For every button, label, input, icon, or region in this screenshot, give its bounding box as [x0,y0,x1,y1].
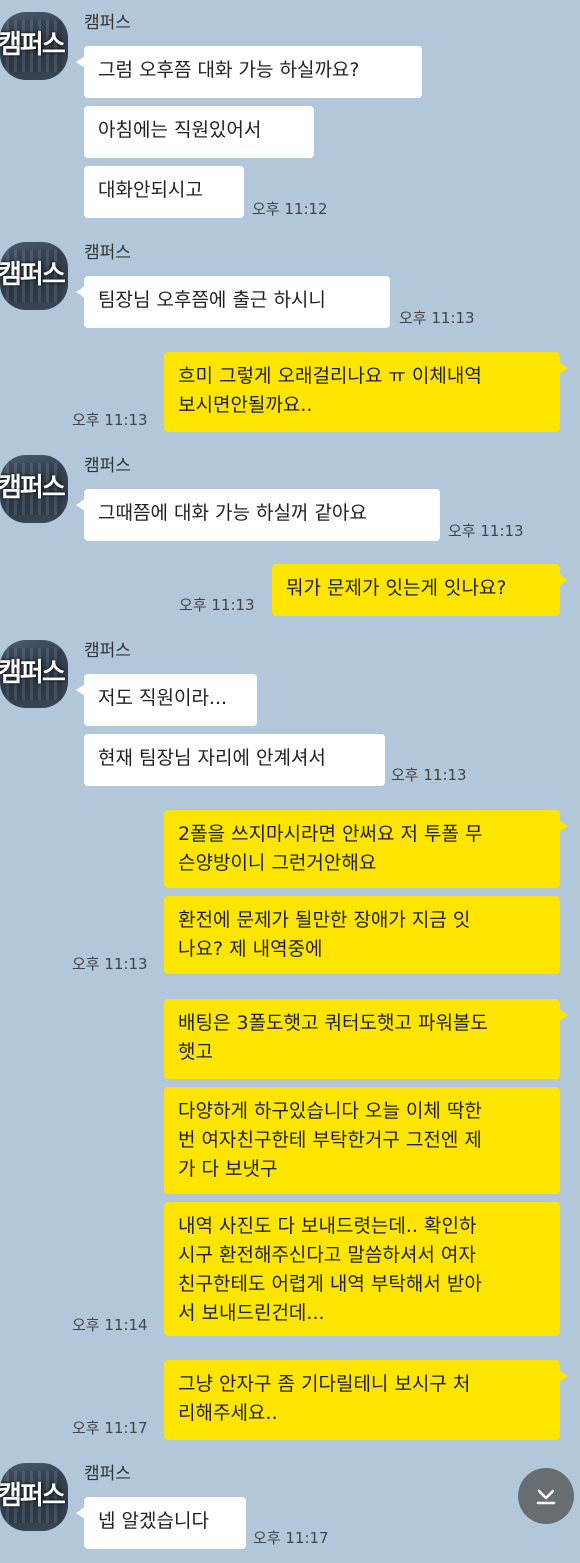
sender-name: 캠퍼스 [84,641,131,661]
message-time: 오후 11:13 [448,522,524,540]
message-bubble: 저도 직원이라... [76,674,257,726]
chevron-down-bar-icon [536,1489,556,1505]
message-time: 오후 11:13 [179,596,255,614]
sender-name: 캠퍼스 [84,13,131,33]
avatar[interactable]: 캠퍼스 [0,12,68,80]
message-bubble: 팀장님 오후쯤에 출근 하시니 [76,276,390,328]
sender-name: 캠퍼스 [84,456,131,476]
message-time: 오후 11:13 [399,309,475,327]
message-time: 오후 11:13 [72,411,148,429]
message-time: 오후 11:14 [72,1316,148,1334]
message-bubble: 그럼 오후쯤 대화 가능 하실까요? [76,46,422,98]
message-bubble: 그때쯤에 대화 가능 하실꺼 같아요 [76,489,440,541]
message-bubble: 환전에 문제가 될만한 장애가 지금 잇 나요? 제 내역중에 [164,896,560,974]
message-bubble: 뭐가 문제가 잇는게 잇나요? [272,564,568,616]
message-bubble: 배팅은 3폴도햇고 쿼터도햇고 파워볼도 햇고 [164,999,568,1079]
message-bubble: 현재 팀장님 자리에 안계셔서 [84,734,385,786]
message-time: 오후 11:12 [252,200,328,218]
message-time: 오후 11:17 [72,1419,148,1437]
message-time: 오후 11:13 [391,766,467,784]
avatar[interactable]: 캠퍼스 [0,640,68,708]
message-bubble: 흐미 그렇게 오래걸리나요 ㅠ 이체내역 보시면안될까요.. [164,352,568,432]
avatar-logo: 캠퍼스 [0,30,66,60]
avatar-logo: 캠퍼스 [0,260,66,290]
avatar-logo: 캠퍼스 [0,1481,66,1511]
avatar[interactable]: 캠퍼스 [0,242,68,310]
message-time: 오후 11:17 [253,1529,329,1547]
message-bubble: 그냥 안자구 좀 기다릴테니 보시구 처 리해주세요.. [164,1360,568,1440]
avatar-logo: 캠퍼스 [0,473,66,503]
message-bubble: 대화안되시고 [84,166,244,218]
message-bubble: 내역 사진도 다 보내드렷는데.. 확인하 시구 환전해주신다고 말씀하셔서 여… [164,1202,560,1336]
message-bubble: 아침에는 직원있어서 [84,106,314,158]
message-bubble: 2폴을 쓰지마시라면 안써요 저 투폴 무 슨양방이니 그런거안해요 [164,810,568,888]
avatar[interactable]: 캠퍼스 [0,1463,68,1531]
message-bubble: 넵 알겠습니다 [76,1497,246,1549]
avatar-logo: 캠퍼스 [0,658,66,688]
sender-name: 캠퍼스 [84,243,131,263]
sender-name: 캠퍼스 [84,1464,131,1484]
avatar[interactable]: 캠퍼스 [0,455,68,523]
message-bubble: 다양하게 하구있습니다 오늘 이체 딱한 번 여자친구한테 부탁한거구 그전엔 … [164,1087,560,1194]
message-time: 오후 11:13 [72,955,148,973]
scroll-to-bottom-button[interactable] [518,1468,574,1524]
